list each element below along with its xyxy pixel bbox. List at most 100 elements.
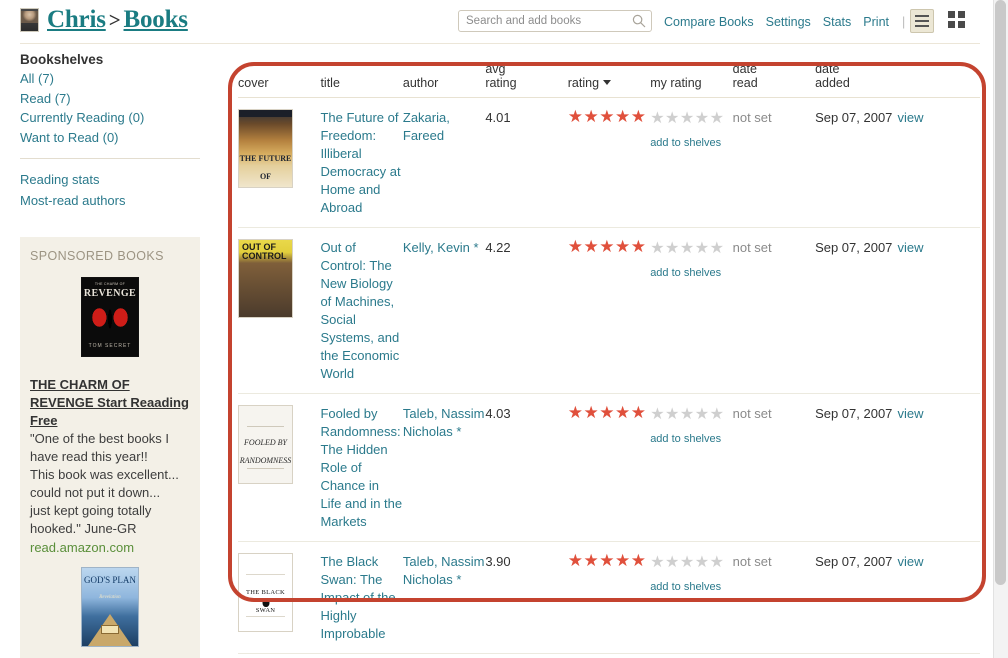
col-header-date-read-label: read: [732, 76, 758, 90]
book-cover-thumbnail[interactable]: FOOLED BY RANDOMNESS: [238, 405, 293, 484]
book-author-link[interactable]: Zakaria, Fareed: [403, 110, 450, 143]
sponsored-books-panel: SPONSORED BOOKS THE CHARM OF REVENGE TOM…: [20, 237, 200, 658]
date-added-value: Sep 07, 2007: [815, 406, 893, 421]
book-author-cell: Anderson, Chris *: [402, 653, 486, 658]
sidebar-item-want-to-read[interactable]: Want to Read (0): [20, 128, 215, 148]
page-title: Chris > Books: [47, 6, 188, 34]
book-title-link[interactable]: Out of Control: The New Biology of Machi…: [320, 240, 399, 381]
scrollbar-thumb[interactable]: [995, 0, 1006, 585]
books-table-head: cover title author avg rating rating my …: [238, 62, 980, 98]
col-header-author[interactable]: author: [403, 62, 485, 98]
book-author-link[interactable]: Taleb, Nassim Nicholas *: [403, 554, 485, 587]
book-rating-cell: ★★★★★: [567, 393, 651, 542]
book-title-link[interactable]: The Future of Freedom: Illiberal Democra…: [320, 110, 400, 215]
rating-stars: ★★★★★: [567, 237, 647, 257]
books-table-body: THE FUTURE OF FREEDOM The Future of Freed…: [238, 97, 980, 658]
book-author-cell: Taleb, Nassim Nicholas *: [402, 393, 486, 542]
nav-stats[interactable]: Stats: [823, 15, 852, 29]
table-row: THE BLACK SWAN The Black Swan: The Impact…: [238, 541, 980, 654]
col-header-avg-label: rating: [485, 76, 517, 90]
col-header-avg-top: avg: [485, 62, 506, 76]
nav-print[interactable]: Print: [863, 15, 889, 29]
avatar[interactable]: [20, 8, 39, 32]
view-link[interactable]: view: [898, 554, 924, 569]
page-scrollbar[interactable]: [993, 0, 1008, 658]
add-to-shelves-link[interactable]: add to shelves: [650, 430, 732, 448]
top-nav: Compare Books Settings Stats Print |: [664, 15, 906, 29]
sidebar-item-reading-stats[interactable]: Reading stats: [20, 169, 215, 190]
book-author-link[interactable]: Kelly, Kevin *: [403, 240, 479, 255]
my-rating-stars[interactable]: ★★★★★: [650, 552, 724, 571]
ad-book-cover-revenge[interactable]: THE CHARM OF REVENGE TOM SECRET: [81, 277, 139, 357]
col-header-date-added-label: added: [815, 76, 850, 90]
sidebar-item-currently-reading[interactable]: Currently Reading (0): [20, 108, 215, 128]
header-divider: [20, 43, 980, 44]
ad-url: read.amazon.com: [30, 540, 135, 555]
my-rating-stars[interactable]: ★★★★★: [650, 404, 724, 423]
rating-stars: ★★★★★: [567, 403, 647, 423]
book-cover-thumbnail[interactable]: THE FUTURE OF FREEDOM: [238, 109, 293, 188]
col-header-rating-label: rating: [567, 76, 600, 90]
breadcrumb-separator: >: [108, 8, 121, 32]
col-header-title[interactable]: title: [320, 62, 402, 98]
add-to-shelves-link[interactable]: add to shelves: [650, 578, 732, 596]
col-header-date-read-top: date: [732, 62, 757, 76]
search-input[interactable]: [458, 10, 652, 32]
breadcrumb-user-link[interactable]: Chris: [47, 6, 106, 33]
view-link[interactable]: view: [898, 110, 924, 125]
book-avg-rating-cell: 3.80: [485, 653, 568, 658]
book-date-read-cell: not set: [732, 97, 816, 228]
date-read-value: not set: [732, 240, 772, 255]
book-date-added-cell: Sep 07, 2007: [815, 541, 898, 654]
book-date-added-cell: Sep 07, 2007: [815, 97, 898, 228]
page-root: Chris>Books Compare Books Settings Stats…: [0, 0, 1008, 658]
book-title-link[interactable]: Fooled by Randomness: The Hidden Role of…: [320, 406, 402, 529]
breadcrumb: Chris > Books: [20, 6, 188, 34]
add-to-shelves-link[interactable]: add to shelves: [650, 264, 732, 282]
ad-cover-1-wrap: THE CHARM OF REVENGE TOM SECRET: [30, 277, 190, 362]
book-rating-cell: ★★★★★: [567, 541, 651, 654]
view-link[interactable]: view: [898, 240, 924, 255]
avg-rating-value: 3.90: [485, 554, 511, 569]
nav-divider: |: [902, 15, 906, 29]
book-my-rating-cell: ★★★★★ add to shelves: [650, 227, 733, 394]
book-cover-thumbnail[interactable]: THE BLACK SWAN: [238, 553, 293, 632]
col-header-my-rating[interactable]: my rating: [650, 62, 732, 98]
ad-book-cover-gods-plan[interactable]: GOD'S PLAN Revelation: [81, 567, 139, 647]
book-title-cell: Out of Control: The New Biology of Machi…: [320, 227, 403, 394]
book-cover-cell: THE BLACK SWAN: [238, 541, 321, 654]
ad-cover-2-title: GOD'S PLAN: [84, 575, 136, 585]
col-header-date-read[interactable]: date read: [733, 62, 815, 98]
book-rating-cell: ★★★★★: [567, 97, 651, 228]
avg-rating-value: 4.01: [485, 110, 511, 125]
nav-compare-books[interactable]: Compare Books: [664, 15, 754, 29]
book-my-rating-cell: ★★★★★ add to shelves: [650, 541, 733, 654]
ad-cover-1-title: REVENGE: [83, 288, 137, 299]
list-view-icon[interactable]: [910, 9, 934, 33]
col-header-date-added[interactable]: date added: [815, 62, 980, 98]
sidebar-item-read[interactable]: Read (7): [20, 89, 215, 109]
my-rating-stars[interactable]: ★★★★★: [650, 238, 724, 257]
ad-headline-link[interactable]: THE CHARM OF REVENGE Start Reaading Free: [30, 376, 190, 430]
book-title-link[interactable]: The Black Swan: The Impact of the Highly…: [320, 554, 395, 641]
book-cover-cell: OUT OF CONTROL: [238, 227, 321, 394]
book-cover-thumbnail[interactable]: OUT OF CONTROL: [238, 239, 293, 318]
nav-settings[interactable]: Settings: [766, 15, 811, 29]
grid-view-icon[interactable]: [948, 11, 967, 30]
sidebar-item-all[interactable]: All (7): [20, 69, 215, 89]
sidebar-item-most-read-authors[interactable]: Most-read authors: [20, 190, 215, 211]
my-rating-stars[interactable]: ★★★★★: [650, 108, 724, 127]
add-to-shelves-link[interactable]: add to shelves: [650, 134, 732, 152]
book-author-link[interactable]: Taleb, Nassim Nicholas *: [403, 406, 485, 439]
ad-cover-2-subtitle: Revelation: [99, 595, 121, 600]
rating-stars: ★★★★★: [567, 551, 647, 571]
breadcrumb-books-link[interactable]: Books: [124, 6, 189, 33]
book-rating-cell: ★★★★★: [567, 653, 651, 658]
col-header-rating[interactable]: rating: [568, 62, 650, 98]
bookshelves-heading: Bookshelves: [20, 52, 104, 67]
col-header-cover[interactable]: cover: [238, 62, 320, 98]
table-row: THE FUTURE OF FREEDOM The Future of Freed…: [238, 97, 980, 228]
col-header-avg-rating[interactable]: avg rating: [485, 62, 567, 98]
book-rating-cell: ★★★★★: [567, 227, 651, 394]
view-link[interactable]: view: [898, 406, 924, 421]
